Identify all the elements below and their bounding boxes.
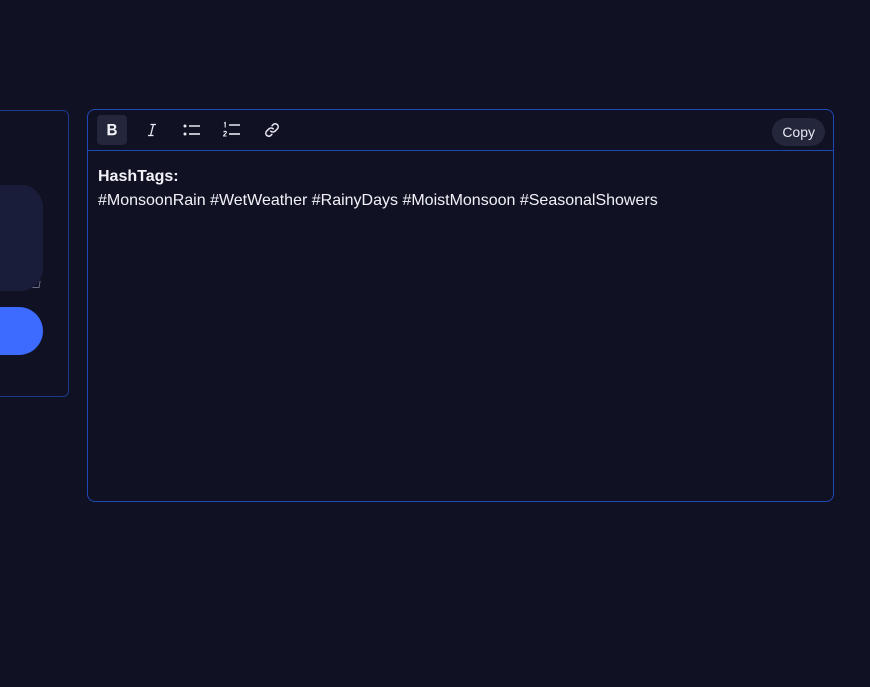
bold-icon — [107, 124, 117, 136]
bullet-list-icon — [183, 124, 200, 136]
editor-toolbar: Copy — [88, 110, 833, 151]
prompt-textarea[interactable] — [0, 185, 43, 291]
numbered-list-icon — [223, 121, 240, 137]
editor-content[interactable]: HashTags: #MonsoonRain #WetWeather #Rain… — [88, 151, 833, 227]
bullet-list-button[interactable] — [177, 115, 207, 145]
copy-button[interactable]: Copy — [772, 118, 825, 146]
resize-handle[interactable] — [32, 281, 41, 288]
numbered-list-button[interactable] — [217, 115, 247, 145]
input-panel — [0, 110, 69, 397]
hashtags-text: #MonsoonRain #WetWeather #RainyDays #Moi… — [98, 192, 658, 209]
page: Copy HashTags: #MonsoonRain #WetWeather … — [0, 0, 870, 687]
italic-icon — [148, 123, 156, 137]
bold-button[interactable] — [97, 115, 127, 145]
link-button[interactable] — [257, 115, 287, 145]
rich-text-editor: Copy HashTags: #MonsoonRain #WetWeather … — [87, 109, 834, 502]
italic-button[interactable] — [137, 115, 167, 145]
generate-button[interactable] — [0, 307, 43, 355]
link-icon — [265, 123, 279, 137]
hashtags-heading: HashTags: — [98, 168, 179, 185]
